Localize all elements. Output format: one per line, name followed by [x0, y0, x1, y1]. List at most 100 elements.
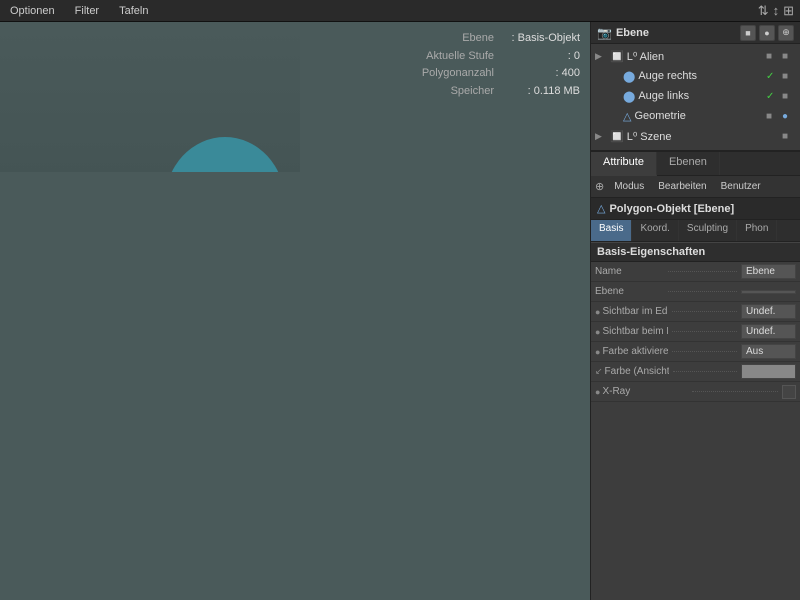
indicator-sr: ● — [595, 327, 600, 337]
prop-label-xray-container: ● X-Ray — [595, 386, 782, 397]
info-value-2: : 400 — [500, 65, 580, 83]
dots-name — [668, 271, 737, 272]
tree-vis-sq-l: ■ — [782, 91, 796, 102]
tree-vis-geo: ■ ● — [766, 111, 796, 122]
toolbar-btn-modus[interactable]: Modus — [610, 180, 648, 193]
menu-filter[interactable]: Filter — [71, 3, 103, 19]
tree-icon-geo: △ — [623, 110, 631, 123]
menu-optionen[interactable]: Optionen — [6, 3, 59, 19]
app: Optionen Filter Tafeln ⇅ ↕ ⊞ — [0, 0, 800, 600]
section-header-basis: Basis-Eigenschaften — [591, 242, 800, 262]
tree-vis-geo-2: ● — [782, 111, 796, 122]
grid-canvas — [0, 22, 300, 172]
scene-tree: ▶ 🔲 L⁰ Alien ■ ■ ⬤ Auge rechts — [591, 44, 800, 148]
obj-header: △ Polygon-Objekt [Ebene] — [591, 198, 800, 220]
indicator-xray: ● — [595, 387, 600, 397]
tree-vis-geo-1: ■ — [766, 111, 780, 122]
prop-tab-koord[interactable]: Koord. — [632, 220, 678, 241]
info-label-0: Ebene — [462, 30, 494, 48]
tree-vis-1: ■ — [766, 51, 780, 62]
tree-vis-2: ■ — [782, 51, 796, 62]
obj-header-icon: △ — [597, 202, 605, 215]
prop-label-fansicht: Farbe (Ansicht) — [605, 366, 669, 377]
prop-row-ebene: Ebene — [591, 282, 800, 302]
prop-label-fa-container: ● Farbe aktivieren — [595, 346, 741, 357]
prop-label-sr: Sichtbar beim Rendern — [602, 326, 667, 337]
scene-btn-3[interactable]: ⊕ — [778, 25, 794, 41]
prop-row-name: Name Ebene — [591, 262, 800, 282]
top-icons: ⇅ ↕ ⊞ — [758, 3, 794, 19]
dots-se — [672, 311, 737, 312]
icon-layout: ⊞ — [783, 3, 794, 19]
prop-label-ebene: Ebene — [595, 286, 664, 297]
dots-ebene — [668, 291, 737, 292]
tree-expand-alien: ▶ — [595, 51, 607, 62]
tree-vis-check-l: ✓ — [766, 91, 780, 102]
prop-tab-sculpting[interactable]: Sculpting — [679, 220, 737, 241]
scene-header: 📷 Ebene ■ ● ⊕ — [591, 22, 800, 44]
dots-fansicht — [673, 371, 737, 372]
tree-item-auge-rechts[interactable]: ⬤ Auge rechts ✓ ■ — [591, 66, 800, 86]
tab-ebenen[interactable]: Ebenen — [657, 152, 720, 175]
indicator-fansicht: ↙ — [595, 366, 603, 377]
prop-row-xray: ● X-Ray — [591, 382, 800, 402]
toolbar-btn-benutzer[interactable]: Benutzer — [717, 180, 765, 193]
right-panel: 📷 Ebene ■ ● ⊕ ▶ 🔲 L⁰ Alien — [590, 22, 800, 600]
tree-icon-eye-r: ⬤ — [623, 70, 635, 83]
scene-camera-icon: 📷 — [597, 26, 612, 40]
prop-value-name[interactable]: Ebene — [741, 264, 796, 279]
scene-panel: 📷 Ebene ■ ● ⊕ ▶ 🔲 L⁰ Alien — [591, 22, 800, 152]
tree-item-geometrie[interactable]: △ Geometrie ■ ● — [591, 106, 800, 126]
scene-header-actions: ■ ● ⊕ — [740, 25, 794, 41]
prop-value-xray-checkbox[interactable] — [782, 385, 796, 399]
tree-label-auge-r: Auge rechts — [638, 70, 763, 82]
prop-label-name-container: Name — [595, 266, 741, 277]
attr-toolbar: ⊕ Modus Bearbeiten Benutzer — [591, 176, 800, 198]
tree-vis-sq-r: ■ — [782, 71, 796, 82]
tab-attribute[interactable]: Attribute — [591, 152, 657, 176]
tree-vis-auge-r: ✓ ■ — [766, 71, 796, 82]
tree-item-szene[interactable]: ▶ 🔲 L⁰ Szene ■ — [591, 126, 800, 146]
prop-value-fansicht[interactable] — [741, 364, 796, 379]
toolbar-btn-bearbeiten[interactable]: Bearbeiten — [654, 180, 710, 193]
prop-label-fa: Farbe aktivieren — [602, 346, 667, 357]
prop-value-ebene[interactable] — [741, 290, 796, 294]
indicator-se: ● — [595, 307, 600, 317]
prop-row-sichtbar-editor: ● Sichtbar im Editor Undef. — [591, 302, 800, 322]
main-area: Ebene : Basis-Objekt Aktuelle Stufe : 0 … — [0, 22, 800, 600]
tree-icon-eye-l: ⬤ — [623, 90, 635, 103]
prop-row-farbe-ansicht: ↙ Farbe (Ansicht) — [591, 362, 800, 382]
dots-sr — [672, 331, 737, 332]
viewport[interactable]: Ebene : Basis-Objekt Aktuelle Stufe : 0 … — [0, 22, 590, 600]
info-label-2: Polygonanzahl — [422, 65, 494, 83]
prop-label-se-container: ● Sichtbar im Editor — [595, 306, 741, 317]
icon-arrange: ⇅ — [758, 3, 769, 19]
prop-row-sichtbar-render: ● Sichtbar beim Rendern Undef. — [591, 322, 800, 342]
tree-item-alien[interactable]: ▶ 🔲 L⁰ Alien ■ ■ — [591, 46, 800, 66]
tree-label-geo: Geometrie — [634, 110, 763, 122]
tree-item-auge-links[interactable]: ⬤ Auge links ✓ ■ — [591, 86, 800, 106]
tree-vis-auge-l: ✓ ■ — [766, 91, 796, 102]
indicator-fa: ● — [595, 347, 600, 357]
prop-tab-basis[interactable]: Basis — [591, 220, 632, 241]
prop-value-sr[interactable]: Undef. — [741, 324, 796, 339]
prop-label-name: Name — [595, 266, 664, 277]
tree-vis-szene-1: ■ — [782, 131, 796, 142]
info-overlay: Ebene : Basis-Objekt Aktuelle Stufe : 0 … — [422, 30, 580, 100]
scene-btn-2[interactable]: ● — [759, 25, 775, 41]
icon-split: ↕ — [773, 3, 780, 18]
prop-label-sr-container: ● Sichtbar beim Rendern — [595, 326, 741, 337]
prop-tab-phon[interactable]: Phon — [737, 220, 777, 241]
dots-fa — [672, 351, 737, 352]
menu-tafeln[interactable]: Tafeln — [115, 3, 152, 19]
info-label-3: Speicher — [451, 83, 494, 101]
info-value-3: : 0.118 MB — [500, 83, 580, 101]
prop-value-fa[interactable]: Aus — [741, 344, 796, 359]
prop-value-se[interactable]: Undef. — [741, 304, 796, 319]
prop-label-ebene-container: Ebene — [595, 286, 741, 297]
props-content: Basis-Eigenschaften Name Ebene Ebene — [591, 242, 800, 600]
attr-panel: Attribute Ebenen ⊕ Modus Bearbeiten Benu… — [591, 152, 800, 600]
scene-btn-1[interactable]: ■ — [740, 25, 756, 41]
tree-vis-szene: ■ — [782, 131, 796, 142]
info-value-0: : Basis-Objekt — [500, 30, 580, 48]
